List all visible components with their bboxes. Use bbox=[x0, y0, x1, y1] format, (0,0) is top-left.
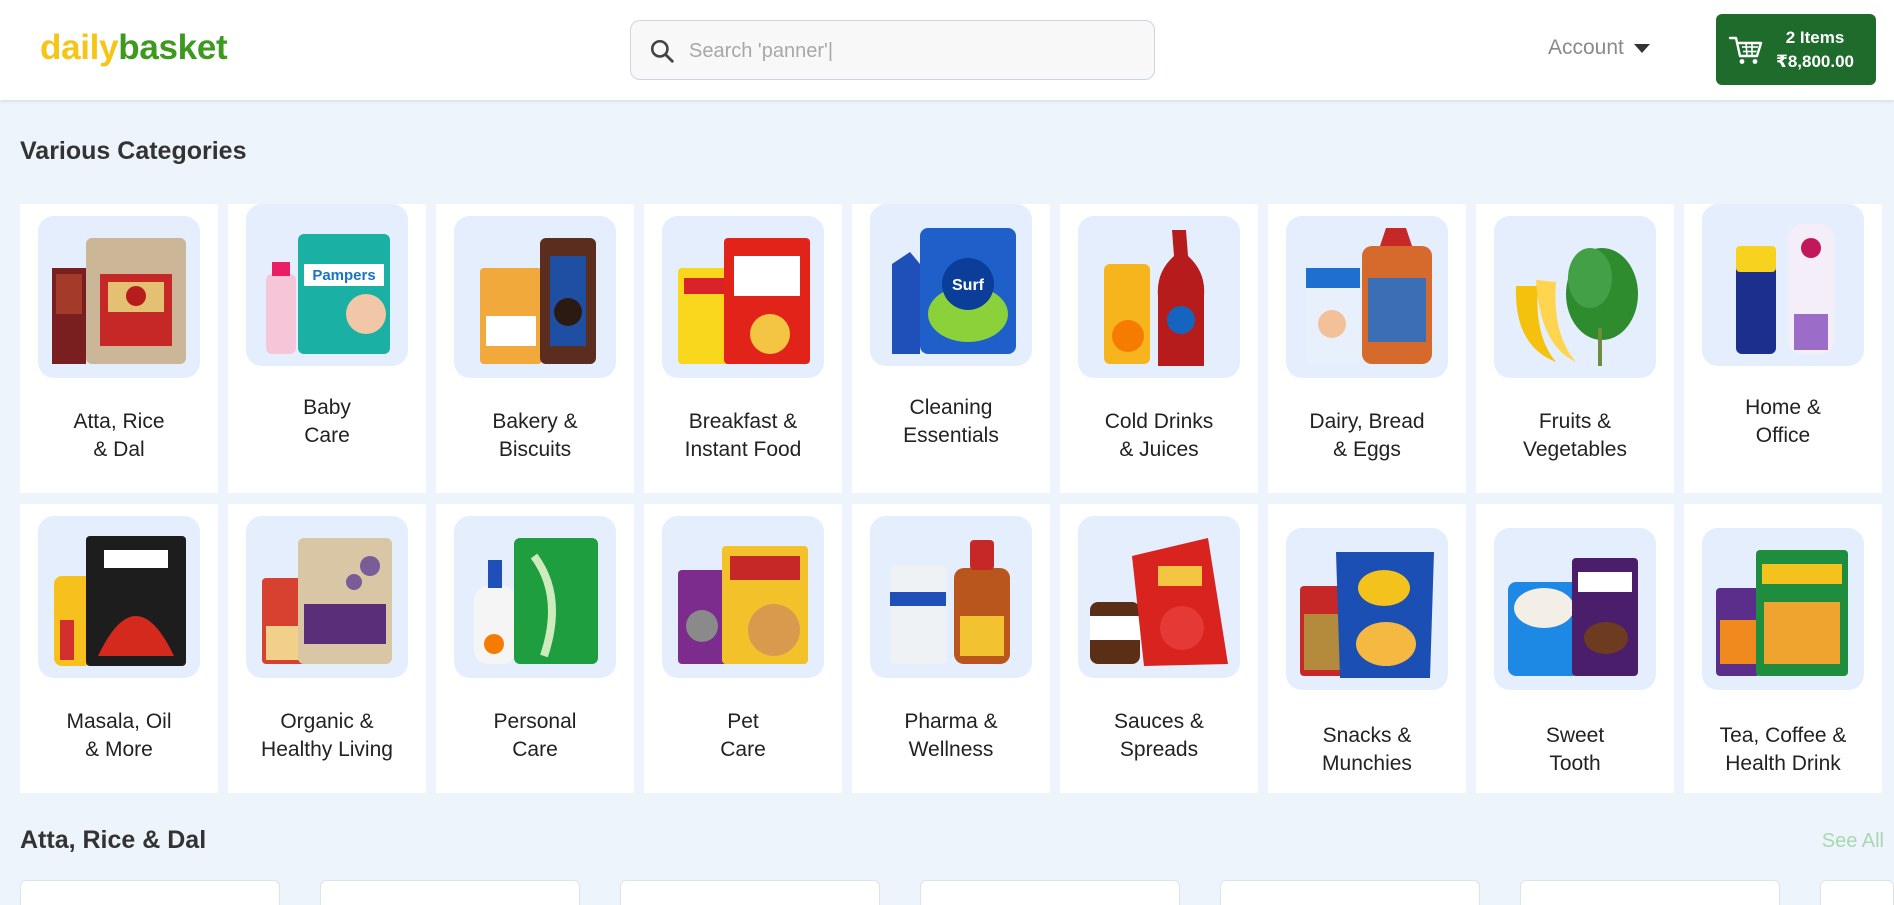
category-label: Baby Care bbox=[303, 396, 351, 447]
category-card-fruits-vegetables[interactable]: Fruits & Vegetables bbox=[1476, 204, 1674, 493]
cart-button[interactable]: 2 Items ₹8,800.00 bbox=[1716, 14, 1876, 85]
category-label: Tea, Coffee & Health Drink bbox=[1719, 724, 1847, 775]
sweet-tooth-icon bbox=[1494, 528, 1656, 690]
account-dropdown[interactable]: Account bbox=[1548, 36, 1650, 60]
category-label: Fruits & Vegetables bbox=[1523, 410, 1627, 461]
category-card-masala-oil[interactable]: Masala, Oil & More bbox=[20, 504, 218, 793]
product-card[interactable] bbox=[620, 880, 880, 905]
search-bar[interactable] bbox=[630, 20, 1155, 80]
product-card[interactable] bbox=[920, 880, 1180, 905]
product-card[interactable] bbox=[320, 880, 580, 905]
product-card[interactable] bbox=[1220, 880, 1480, 905]
category-label: Dairy, Bread & Eggs bbox=[1309, 410, 1425, 461]
pharma-wellness-icon bbox=[870, 516, 1032, 678]
personal-care-icon bbox=[454, 516, 616, 678]
dairy-bread-eggs-icon bbox=[1286, 216, 1448, 378]
shopping-cart-icon bbox=[1728, 36, 1763, 64]
search-icon bbox=[650, 39, 674, 63]
atta-rice-dal-icon bbox=[38, 216, 200, 378]
category-label: Organic & Healthy Living bbox=[261, 710, 393, 761]
categories-heading: Various Categories bbox=[20, 137, 247, 165]
product-card[interactable] bbox=[20, 880, 280, 905]
category-card-dairy-bread-eggs[interactable]: Dairy, Bread & Eggs bbox=[1268, 204, 1466, 493]
logo-part-daily: daily bbox=[40, 28, 119, 67]
category-label: Personal Care bbox=[493, 710, 577, 761]
category-card-breakfast-instant-food[interactable]: Breakfast & Instant Food bbox=[644, 204, 842, 493]
product-card[interactable] bbox=[1520, 880, 1780, 905]
sauces-spreads-icon bbox=[1078, 516, 1240, 678]
account-label: Account bbox=[1548, 36, 1624, 59]
svg-text:Surf: Surf bbox=[952, 277, 985, 294]
search-input[interactable] bbox=[689, 31, 1139, 71]
snacks-munchies-icon bbox=[1286, 528, 1448, 690]
fruits-vegetables-icon bbox=[1494, 216, 1656, 378]
category-card-baby-care[interactable]: Pampers Baby Care bbox=[228, 204, 426, 493]
category-card-cold-drinks-juices[interactable]: Cold Drinks & Juices bbox=[1060, 204, 1258, 493]
category-card-sauces-spreads[interactable]: Sauces & Spreads bbox=[1060, 504, 1258, 793]
category-card-pet-care[interactable]: Pet Care bbox=[644, 504, 842, 793]
svg-text:Pampers: Pampers bbox=[312, 267, 375, 284]
category-card-organic-healthy[interactable]: Organic & Healthy Living bbox=[228, 504, 426, 793]
cleaning-essentials-icon: Surf bbox=[870, 204, 1032, 366]
see-all-link[interactable]: See All bbox=[1822, 830, 1884, 853]
category-label: Pharma & Wellness bbox=[904, 710, 998, 761]
organic-healthy-icon bbox=[246, 516, 408, 678]
category-card-tea-coffee[interactable]: Tea, Coffee & Health Drink bbox=[1684, 504, 1882, 793]
category-label: Bakery & Biscuits bbox=[492, 410, 578, 461]
category-grid: Atta, Rice & Dal Pampers Baby Care Bakery … bbox=[20, 204, 1894, 793]
logo-part-basket: basket bbox=[118, 28, 228, 67]
section-heading-atta-rice-dal: Atta, Rice & Dal bbox=[20, 826, 207, 854]
category-card-bakery-biscuits[interactable]: Bakery & Biscuits bbox=[436, 204, 634, 493]
category-label: Sauces & Spreads bbox=[1114, 710, 1204, 761]
category-label: Home & Office bbox=[1745, 396, 1821, 447]
masala-oil-icon bbox=[38, 516, 200, 678]
category-label: Snacks & Munchies bbox=[1322, 724, 1412, 775]
baby-care-icon: Pampers bbox=[246, 204, 408, 366]
category-card-sweet-tooth[interactable]: Sweet Tooth bbox=[1476, 504, 1674, 793]
breakfast-instant-food-icon bbox=[662, 216, 824, 378]
category-card-home-office[interactable]: Home & Office bbox=[1684, 204, 1882, 493]
category-card-snacks-munchies[interactable]: Snacks & Munchies bbox=[1268, 504, 1466, 793]
pet-care-icon bbox=[662, 516, 824, 678]
category-label: Cold Drinks & Juices bbox=[1104, 410, 1214, 461]
logo[interactable]: dailybasket bbox=[40, 28, 228, 68]
bakery-biscuits-icon bbox=[454, 216, 616, 378]
category-card-pharma-wellness[interactable]: Pharma & Wellness bbox=[852, 504, 1050, 793]
cart-total: ₹8,800.00 bbox=[1776, 51, 1855, 71]
product-card[interactable] bbox=[1820, 880, 1894, 905]
cold-drinks-juices-icon bbox=[1078, 216, 1240, 378]
category-label: Pet Care bbox=[720, 710, 766, 761]
category-card-atta-rice-dal[interactable]: Atta, Rice & Dal bbox=[20, 204, 218, 493]
category-label: Atta, Rice & Dal bbox=[73, 410, 165, 461]
cart-item-count: 2 Items bbox=[1785, 27, 1845, 47]
tea-coffee-icon bbox=[1702, 528, 1864, 690]
category-label: Breakfast & Instant Food bbox=[684, 410, 802, 461]
category-card-personal-care[interactable]: Personal Care bbox=[436, 504, 634, 793]
home-office-icon bbox=[1702, 204, 1864, 366]
category-card-cleaning-essentials[interactable]: Surf Cleaning Essentials bbox=[852, 204, 1050, 493]
cart-summary: 2 Items ₹8,800.00 bbox=[1776, 26, 1854, 74]
top-header: dailybasket Account 2 Items ₹8,800.00 bbox=[0, 0, 1894, 100]
caret-down-icon bbox=[1633, 43, 1650, 53]
category-label: Sweet Tooth bbox=[1545, 724, 1605, 775]
category-label: Cleaning Essentials bbox=[903, 396, 999, 447]
category-label: Masala, Oil & More bbox=[66, 710, 172, 761]
